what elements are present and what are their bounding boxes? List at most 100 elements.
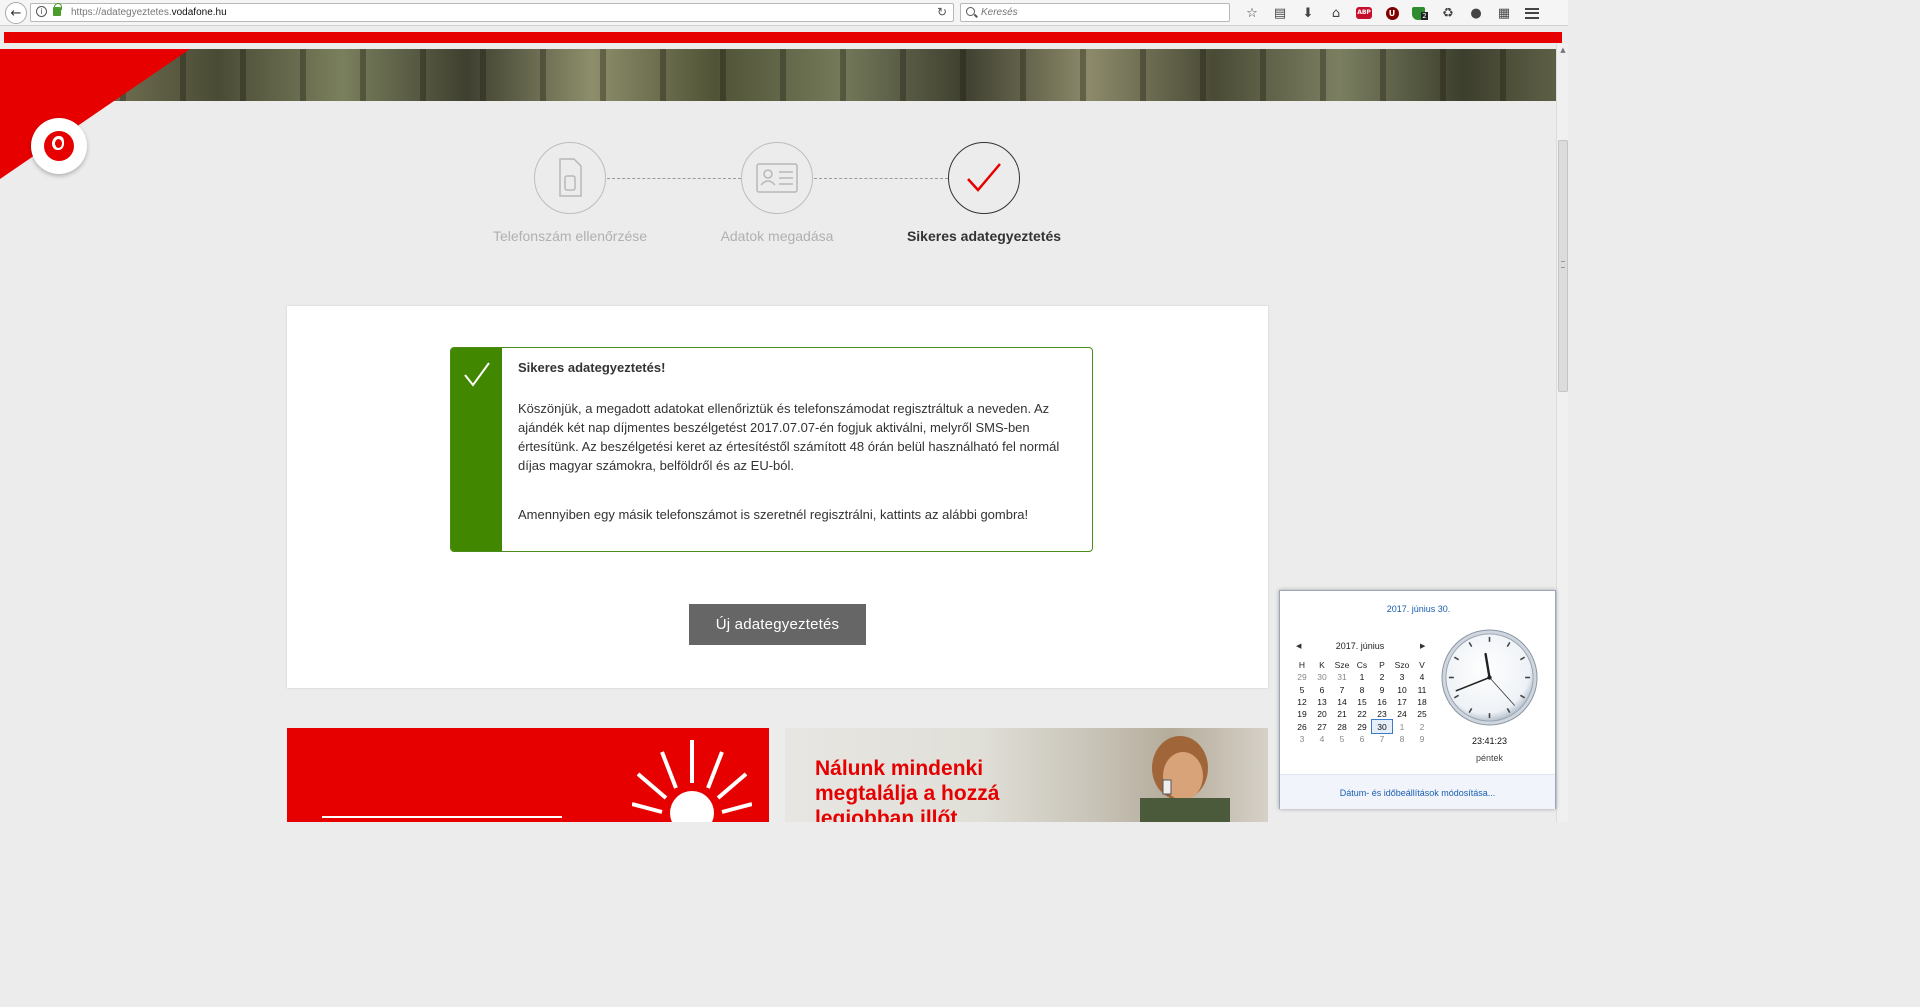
reading-list-icon[interactable]: ▤ bbox=[1266, 3, 1294, 23]
header-red-strip bbox=[4, 32, 1562, 43]
calendar-day[interactable]: 6 bbox=[1312, 684, 1332, 696]
calendar-day[interactable]: 9 bbox=[1412, 733, 1432, 745]
date-time-settings-link[interactable]: Dátum- és időbeállítások módosítása... bbox=[1280, 788, 1555, 798]
calendar-day[interactable]: 30 bbox=[1371, 719, 1393, 734]
clock-digital-time: 23:41:23 bbox=[1471, 736, 1508, 746]
promo-headline: Nálunk mindenki megtalálja a hozzá legjo… bbox=[815, 757, 1000, 822]
calendar-day[interactable]: 19 bbox=[1292, 708, 1312, 720]
popup-footer: Dátum- és időbeállítások módosítása... bbox=[1280, 774, 1555, 809]
calendar-day[interactable]: 2 bbox=[1412, 720, 1432, 732]
calendar-grid: H K Sze Cs P Szo V 29 30 31 1 2 3 4 5 6 7 8 9 10 11 12 13 14 15… bbox=[1292, 659, 1432, 745]
search-box[interactable] bbox=[960, 3, 1230, 22]
translate-icon[interactable]: ▦ bbox=[1490, 3, 1518, 23]
new-verification-button[interactable]: Új adategyeztetés bbox=[689, 604, 866, 645]
step-phone-check: Telefonszám ellenőrzése bbox=[470, 142, 670, 244]
success-paragraph: Köszönjük, a megadott adatokat ellenőriz… bbox=[518, 401, 1060, 473]
calendar-month-label[interactable]: 2017. június bbox=[1308, 641, 1412, 651]
clock-weekday: péntek bbox=[1475, 753, 1504, 763]
calendar-weekday-header: P bbox=[1379, 660, 1385, 671]
calendar-day[interactable]: 26 bbox=[1292, 720, 1312, 732]
calendar-day[interactable]: 3 bbox=[1392, 671, 1412, 683]
vertical-scrollbar[interactable]: ▲ bbox=[1556, 44, 1568, 822]
vodafone-logo[interactable] bbox=[31, 118, 87, 174]
back-button[interactable]: ← bbox=[5, 2, 27, 24]
calendar-day[interactable]: 7 bbox=[1372, 733, 1392, 745]
calendar-day[interactable]: 2 bbox=[1372, 671, 1392, 683]
calendar-day[interactable]: 29 bbox=[1292, 671, 1312, 683]
success-paragraph: Amennyiben egy másik telefonszámot is sz… bbox=[518, 507, 1029, 522]
calendar-day[interactable]: 27 bbox=[1312, 720, 1332, 732]
success-bar bbox=[451, 348, 502, 551]
sync-icon[interactable]: ♻ bbox=[1434, 3, 1462, 23]
sun-icon bbox=[632, 740, 752, 822]
calendar-day[interactable]: 12 bbox=[1292, 696, 1312, 708]
calendar-day[interactable]: 13 bbox=[1312, 696, 1332, 708]
calendar-day[interactable]: 8 bbox=[1352, 684, 1372, 696]
download-icon[interactable]: ⬇ bbox=[1294, 3, 1322, 23]
calendar-day[interactable]: 29 bbox=[1352, 720, 1372, 732]
calendar-day[interactable]: 17 bbox=[1392, 696, 1412, 708]
promo-divider bbox=[322, 816, 562, 818]
menu-icon[interactable] bbox=[1518, 3, 1546, 23]
calendar-day[interactable]: 4 bbox=[1412, 671, 1432, 683]
calendar-weekday-header: Szo bbox=[1394, 660, 1410, 671]
calendar-day[interactable]: 9 bbox=[1372, 684, 1392, 696]
calendar-day[interactable]: 6 bbox=[1352, 733, 1372, 745]
calendar-day[interactable]: 31 bbox=[1332, 671, 1352, 683]
calendar-day[interactable]: 10 bbox=[1392, 684, 1412, 696]
calendar-day[interactable]: 3 bbox=[1292, 733, 1312, 745]
calendar-day[interactable]: 28 bbox=[1332, 720, 1352, 732]
address-bar[interactable]: i https://adategyeztetes.vodafone.hu ↻ bbox=[30, 3, 954, 22]
step-label: Sikeres adategyeztetés bbox=[906, 228, 1062, 244]
star-icon[interactable]: ☆ bbox=[1238, 3, 1266, 23]
calendar-day[interactable]: 30 bbox=[1312, 671, 1332, 683]
hero-forest-banner bbox=[0, 49, 1556, 101]
calendar-day[interactable]: 14 bbox=[1332, 696, 1352, 708]
calendar-day[interactable]: 21 bbox=[1332, 708, 1352, 720]
reload-icon[interactable]: ↻ bbox=[937, 4, 947, 21]
browser-toolbar: ← i https://adategyeztetes.vodafone.hu ↻… bbox=[0, 0, 1568, 26]
calendar-day[interactable]: 1 bbox=[1352, 671, 1372, 683]
calendar-weekday-header: Sze bbox=[1334, 660, 1350, 671]
step-success: Sikeres adategyeztetés bbox=[884, 142, 1084, 244]
calendar-day[interactable]: 23 bbox=[1372, 708, 1392, 720]
lightbulb-icon[interactable]: ● bbox=[1462, 3, 1490, 23]
calendar-day[interactable]: 4 bbox=[1312, 733, 1332, 745]
calendar-day[interactable]: 8 bbox=[1392, 733, 1412, 745]
promo-banner-photo[interactable]: Nálunk mindenki megtalálja a hozzá legjo… bbox=[785, 728, 1268, 822]
calendar-day[interactable]: 18 bbox=[1412, 696, 1432, 708]
scroll-up-arrow-icon[interactable]: ▲ bbox=[1558, 46, 1568, 56]
calendar-day[interactable]: 16 bbox=[1372, 696, 1392, 708]
ublock-icon[interactable]: U bbox=[1378, 3, 1406, 23]
calendar-day[interactable]: 11 bbox=[1412, 684, 1432, 696]
sim-card-icon bbox=[534, 142, 606, 214]
shield-icon[interactable]: 2 bbox=[1406, 3, 1434, 23]
check-icon bbox=[464, 362, 490, 387]
step-label: Telefonszám ellenőrzése bbox=[492, 228, 648, 244]
calendar-day[interactable]: 7 bbox=[1332, 684, 1352, 696]
calendar-day[interactable]: 15 bbox=[1352, 696, 1372, 708]
step-data-entry: Adatok megadása bbox=[677, 142, 877, 244]
promo-banner-red[interactable] bbox=[287, 728, 769, 822]
info-icon[interactable]: i bbox=[36, 6, 47, 17]
success-content: Sikeres adategyeztetés! Köszönjük, a meg… bbox=[518, 358, 1078, 524]
lock-icon[interactable] bbox=[53, 3, 62, 16]
adblock-icon[interactable]: ABP bbox=[1350, 3, 1378, 23]
calendar-prev-icon[interactable]: ◀ bbox=[1296, 642, 1301, 650]
calendar-day[interactable]: 20 bbox=[1312, 708, 1332, 720]
calendar-day[interactable]: 1 bbox=[1392, 720, 1412, 732]
scroll-thumb[interactable] bbox=[1558, 140, 1568, 392]
toolbar-icons: ☆ ▤ ⬇ ⌂ ABP U 2 ♻ ● ▦ bbox=[1238, 3, 1546, 23]
home-icon[interactable]: ⌂ bbox=[1322, 3, 1350, 23]
calendar-next-icon[interactable]: ▶ bbox=[1420, 642, 1425, 650]
popup-full-date[interactable]: 2017. június 30. bbox=[1280, 604, 1557, 614]
calendar-day[interactable]: 24 bbox=[1392, 708, 1412, 720]
success-title: Sikeres adategyeztetés! bbox=[518, 360, 666, 375]
search-input[interactable] bbox=[981, 5, 1221, 20]
calendar-day[interactable]: 5 bbox=[1332, 733, 1352, 745]
calendar-day[interactable]: 22 bbox=[1352, 708, 1372, 720]
analog-clock-icon bbox=[1441, 629, 1538, 726]
calendar-day[interactable]: 5 bbox=[1292, 684, 1312, 696]
calendar-day[interactable]: 25 bbox=[1412, 708, 1432, 720]
url-text[interactable]: https://adategyeztetes.vodafone.hu bbox=[71, 4, 227, 21]
